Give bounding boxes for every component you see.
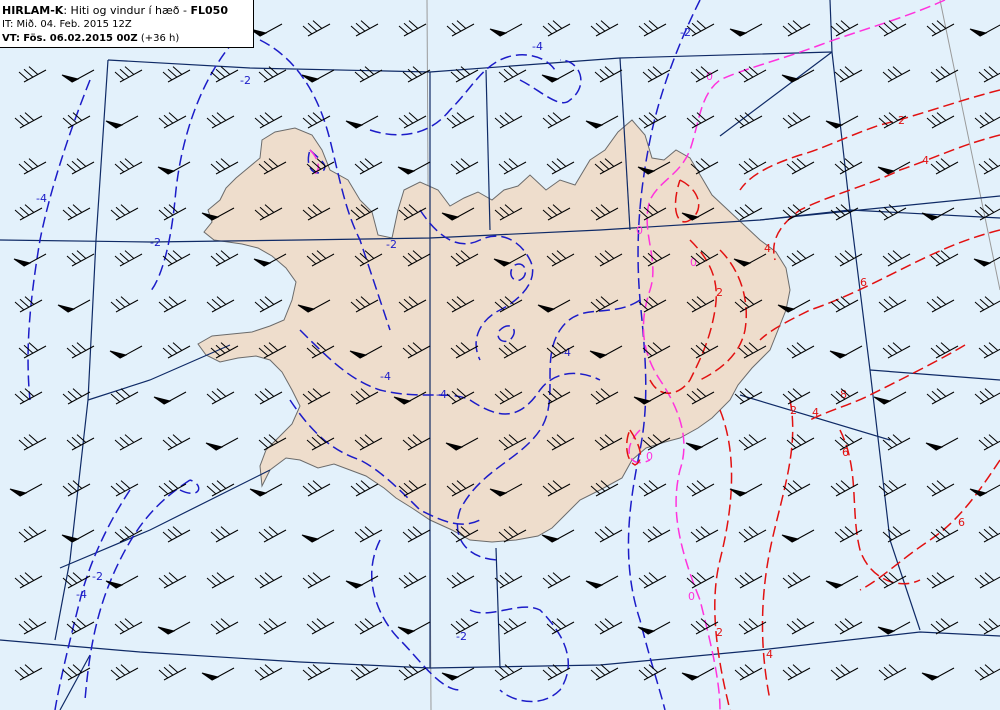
isotherm-label: -4 (76, 588, 87, 601)
isotherm-label: 0 (688, 590, 695, 603)
isotherm-label: -2 (386, 238, 397, 251)
isotherm-label: -2 (92, 570, 103, 583)
flight-level: FL050 (190, 4, 229, 17)
header-separator: : (63, 4, 68, 17)
init-label: IT: (2, 19, 14, 30)
valid-time-row: VT: Fös. 06.02.2015 00Z (+36 h) (2, 32, 253, 46)
valid-label: VT: (2, 33, 21, 44)
isotherm-label: 6 (958, 516, 965, 529)
isotherm-label: -4 (532, 40, 543, 53)
isotherm-label: 4 (766, 648, 773, 661)
isotherm-label: -4 (380, 370, 391, 383)
isotherm-label: 2 (898, 114, 905, 127)
isotherm-label: -4 (436, 388, 447, 401)
isotherm-label: 4 (922, 154, 929, 167)
isotherm-label: -2 (456, 630, 467, 643)
lead-time: (+36 h) (140, 33, 180, 44)
isotherm-label: 0 (646, 450, 653, 463)
init-time-row: IT: Mið. 04. Feb. 2015 12Z (2, 18, 253, 32)
isotherm-label: 2 (716, 286, 723, 299)
isotherm-label: 2 (716, 626, 723, 639)
isotherm-label: -2 (240, 74, 251, 87)
valid-time: Fös. 06.02.2015 00Z (23, 33, 138, 44)
isotherm-label: -4 (36, 192, 47, 205)
isotherm-label: 2 (790, 404, 797, 417)
model-name: HIRLAM-K (2, 4, 64, 17)
isotherm-label: 4 (812, 406, 819, 419)
isotherm-label: 6 (860, 276, 867, 289)
field-description: Hiti og vindur í hæð (70, 4, 180, 17)
weather-map: -2 -4 -2 -4 -2 -4 -4 -4 -2 -4 -2 -2 0 0 … (0, 0, 1000, 710)
isotherm-label: 0 (636, 224, 643, 237)
header-title-row: HIRLAM-K: Hiti og vindur í hæð - FL050 (2, 4, 253, 18)
map-header: HIRLAM-K: Hiti og vindur í hæð - FL050 I… (0, 0, 254, 48)
isotherm-label: 4 (764, 242, 771, 255)
header-dash: - (183, 4, 187, 17)
isotherm-label: -2 (150, 236, 161, 249)
init-time: Mið. 04. Feb. 2015 12Z (16, 19, 132, 30)
